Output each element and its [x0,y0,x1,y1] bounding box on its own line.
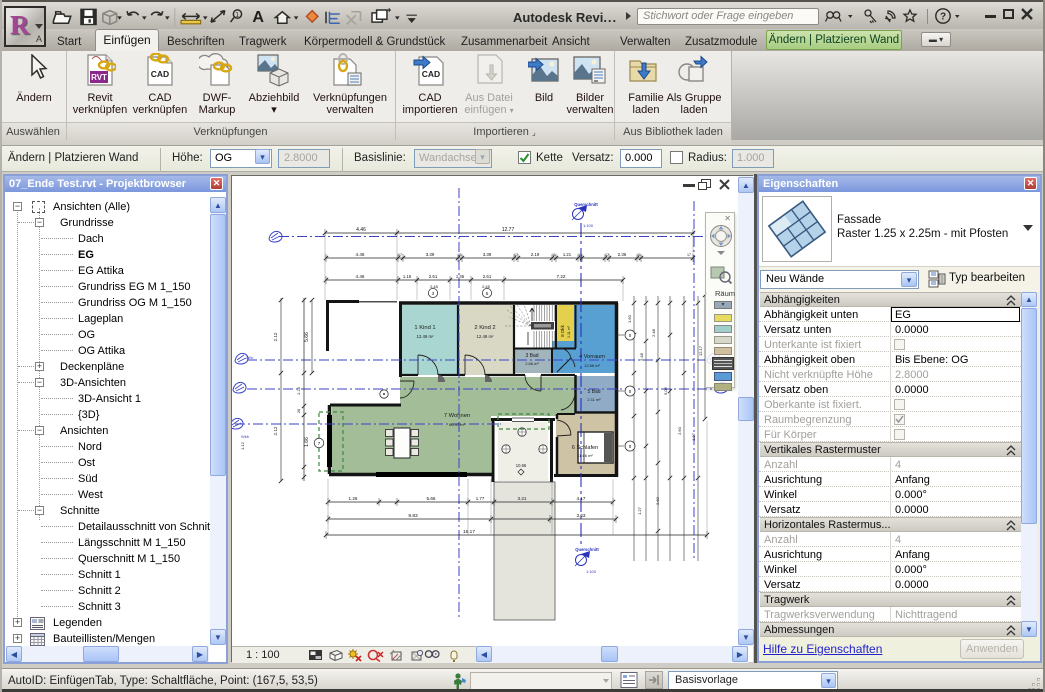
svg-text:12.49 m²: 12.49 m² [477,334,495,339]
svg-text:2.12: 2.12 [273,332,278,341]
svg-text:CAD: CAD [151,69,169,79]
svg-text:2 Kind 2: 2 Kind 2 [474,325,495,331]
svg-text:2.12: 2.12 [273,426,278,435]
svg-text:Whb: Whb [246,356,253,360]
svg-text:A: A [252,8,264,26]
svg-text:1.12: 1.12 [240,441,245,450]
svg-text:17: 17 [514,253,518,257]
svg-text:1.37: 1.37 [691,432,696,441]
svg-text:1:100: 1:100 [586,569,597,574]
svg-text:7 Wohnen: 7 Wohnen [444,413,470,419]
svg-text:1: 1 [235,12,239,19]
svg-text:5 Bad: 5 Bad [587,389,600,395]
svg-text:17: 17 [398,253,402,257]
svg-text:1.27: 1.27 [637,506,642,515]
svg-text:3 Bad: 3 Bad [525,353,538,359]
svg-text:2.18: 2.18 [297,387,301,394]
svg-text:3.39: 3.39 [426,252,435,257]
svg-text:1:100: 1:100 [583,223,594,228]
svg-text:CAD: CAD [422,69,440,79]
svg-text:17: 17 [687,253,691,257]
svg-text:11.66 m²: 11.66 m² [577,453,593,458]
svg-text:8 Dkk: 8 Dkk [560,324,565,336]
svg-text:3.21: 3.21 [518,496,527,501]
svg-text:9.83: 9.83 [408,513,418,519]
svg-text:11: 11 [552,253,556,257]
svg-text:2.48: 2.48 [639,352,644,361]
svg-text:12.66 m²: 12.66 m² [584,363,600,368]
svg-text:17: 17 [605,253,609,257]
svg-text:1.21: 1.21 [563,252,572,257]
svg-text:Querschnitt: Querschnitt [575,547,599,552]
svg-text:4 Vorraum: 4 Vorraum [579,354,605,360]
svg-text:1.60: 1.60 [627,314,632,323]
svg-text:2.61: 2.61 [483,274,492,279]
svg-text:11: 11 [458,253,462,257]
svg-text:1.77: 1.77 [476,496,485,501]
svg-text:4.46: 4.46 [356,274,365,279]
svg-text:2.61: 2.61 [429,274,438,279]
svg-text:2.60: 2.60 [677,426,682,435]
svg-text:16.17: 16.17 [463,529,475,535]
svg-text:12.77: 12.77 [502,227,515,233]
svg-text:12.17: 12.17 [698,345,703,356]
svg-text:2.11 m²: 2.11 m² [587,397,601,402]
svg-text:4.46: 4.46 [356,227,366,233]
svg-text:1.11 m²: 1.11 m² [567,325,571,338]
svg-text:11: 11 [637,253,641,257]
svg-text:RVT: RVT [91,73,107,82]
svg-text:66.47 m²: 66.47 m² [449,422,465,427]
svg-text:11: 11 [578,253,582,257]
svg-text:2.48: 2.48 [651,328,656,337]
svg-text:3.63: 3.63 [577,513,586,518]
svg-text:4.46: 4.46 [356,252,365,257]
svg-text:6 Schlafen: 6 Schlafen [572,445,598,451]
svg-text:4.17: 4.17 [577,496,586,501]
svg-text:1.26: 1.26 [349,496,358,501]
svg-text:7.22: 7.22 [557,274,566,279]
svg-text:2.19: 2.19 [531,252,540,257]
svg-text:12.49 m²: 12.49 m² [417,334,435,339]
svg-text:2.66 m²: 2.66 m² [525,361,539,366]
svg-text:5.66: 5.66 [427,496,436,501]
svg-text:?: ? [940,12,946,23]
svg-text:Wkb: Wkb [241,434,250,439]
svg-text:5.66: 5.66 [304,332,310,342]
svg-text:1 Kind 1: 1 Kind 1 [414,325,435,331]
svg-text:26: 26 [297,409,301,413]
svg-text:1.16: 1.16 [403,274,412,279]
svg-text:1.66: 1.66 [304,437,310,447]
svg-text:10.66: 10.66 [516,463,527,468]
svg-text:1.36: 1.36 [456,274,465,279]
svg-text:5.06: 5.06 [663,386,668,395]
svg-text:3.39: 3.39 [483,252,492,257]
svg-text:2.60: 2.60 [655,496,660,505]
svg-text:2.36: 2.36 [618,252,627,257]
